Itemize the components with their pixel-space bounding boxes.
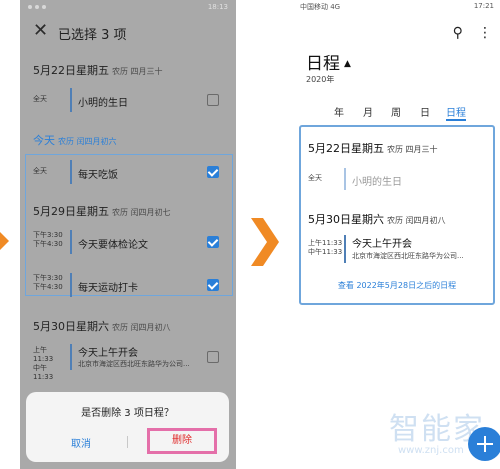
watermark-url: www.znj.com	[398, 445, 464, 456]
add-event-fab-plus-icon[interactable]	[468, 427, 500, 461]
today-header: 今天 农历 闰四月初六	[33, 134, 117, 147]
right-phone-screen: 中国移动 4G 17:21 ⚲ ⋮ 日程 ▲ 2020年 年 月 周 日 日程 5…	[294, 0, 500, 469]
tutorial-composite: 18:13 ✕ 已选择 3 项 5月22日星期五 农历 四月三十 全天 小明的生日…	[0, 0, 500, 469]
event-checkbox-checked[interactable]	[207, 236, 219, 248]
left-phone-screen: 18:13 ✕ 已选择 3 项 5月22日星期五 农历 四月三十 全天 小明的生日…	[20, 0, 236, 469]
status-bar: 18:13	[20, 0, 236, 16]
event-checkbox-checked[interactable]	[207, 279, 219, 291]
schedule-list-card: 5月22日星期五 农历 四月三十 全天 小明的生日 5月30日星期六 农历 闰四月初…	[299, 125, 495, 305]
tab-year[interactable]: 年	[334, 104, 344, 119]
selection-count-title: 已选择 3 项	[58, 28, 127, 43]
carrier-status: 中国移动 4G	[300, 3, 341, 11]
page-title[interactable]: 日程 ▲	[306, 49, 351, 74]
event-color-bar	[344, 235, 346, 263]
orange-arrow-icon	[0, 232, 9, 250]
date-header: 5月22日星期五 农历 四月三十	[33, 64, 163, 77]
tab-schedule[interactable]: 日程	[446, 104, 466, 119]
view-more-link[interactable]: 查看 2022年5月28日之后的日程	[301, 280, 493, 291]
tab-month[interactable]: 月	[363, 104, 373, 119]
event-address: 北京市海淀区西北旺东路华为公司...	[78, 360, 190, 368]
event-time: 上午11:33 中午11:33	[33, 346, 54, 381]
event-color-bar	[70, 273, 72, 297]
event-row[interactable]: 下午3:30 下午4:30 每天运动打卡	[20, 273, 236, 297]
event-name: 今天上午开会	[78, 348, 138, 359]
close-icon[interactable]: ✕	[33, 22, 48, 40]
status-bar: 中国移动 4G 17:21	[294, 0, 500, 14]
selection-header: ✕ 已选择 3 项	[20, 18, 236, 46]
orange-chevron-arrow-icon	[251, 218, 279, 266]
event-name: 每天运动打卡	[78, 283, 138, 294]
toolbar-icons: ⚲ ⋮	[443, 22, 492, 41]
event-row[interactable]: 全天 每天吃饭	[20, 160, 236, 184]
year-label: 2020年	[306, 75, 335, 84]
event-color-bar	[70, 230, 72, 254]
event-time: 下午3:30 下午4:30	[33, 231, 63, 248]
event-name[interactable]: 小明的生日	[352, 173, 402, 188]
signal-icon	[42, 5, 46, 9]
delete-confirm-dialog: 是否删除 3 项日程？ 取消 删除	[26, 392, 229, 462]
event-color-bar	[70, 160, 72, 184]
event-row[interactable]: 上午11:33 中午11:33 今天上午开会 北京市海淀区西北旺东路华为公司...	[20, 344, 236, 381]
event-time: 上午11:33 中午11:33	[308, 239, 343, 256]
event-name[interactable]: 今天上午开会	[352, 235, 412, 250]
event-address: 北京市海淀区西北旺东路华为公司...	[352, 252, 464, 260]
dialog-divider	[127, 436, 128, 448]
cancel-button[interactable]: 取消	[56, 435, 106, 450]
event-time: 全天	[308, 174, 322, 182]
delete-button-label: 删除	[172, 435, 192, 446]
date-header: 5月30日星期六 农历 闰四月初八	[308, 213, 446, 226]
more-icon[interactable]: ⋮	[478, 25, 492, 41]
dialog-question: 是否删除 3 项日程？	[81, 408, 174, 419]
event-time: 下午3:30 下午4:30	[33, 274, 63, 291]
event-color-bar	[344, 168, 346, 190]
event-checkbox[interactable]	[207, 94, 219, 106]
event-color-bar	[70, 88, 72, 112]
date-header: 5月30日星期六 农历 闰四月初八	[33, 320, 171, 333]
active-tab-indicator	[446, 119, 466, 121]
search-icon[interactable]: ⚲	[453, 25, 463, 41]
event-row[interactable]: 全天 小明的生日	[20, 88, 236, 112]
event-name: 小明的生日	[78, 98, 128, 109]
status-time: 18:13	[207, 3, 228, 11]
view-tabs: 年 月 周 日 日程	[332, 104, 492, 121]
event-time: 全天	[33, 167, 47, 175]
dropdown-triangle-icon: ▲	[344, 59, 351, 69]
tab-day[interactable]: 日	[420, 104, 430, 119]
signal-icon	[28, 5, 32, 9]
status-time: 17:21	[473, 2, 494, 10]
event-name: 今天要体检论文	[78, 240, 148, 251]
date-header: 5月29日星期五 农历 闰四月初七	[33, 205, 171, 218]
event-row[interactable]: 下午3:30 下午4:30 今天要体检论文	[20, 230, 236, 254]
signal-icon	[35, 5, 39, 9]
event-color-bar	[70, 344, 72, 370]
event-checkbox-checked[interactable]	[207, 166, 219, 178]
delete-button[interactable]: 删除	[147, 428, 217, 454]
event-checkbox[interactable]	[207, 351, 219, 363]
date-header: 5月22日星期五 农历 四月三十	[308, 142, 438, 155]
event-name: 每天吃饭	[78, 170, 118, 181]
tab-week[interactable]: 周	[391, 104, 401, 119]
event-time: 全天	[33, 95, 47, 103]
